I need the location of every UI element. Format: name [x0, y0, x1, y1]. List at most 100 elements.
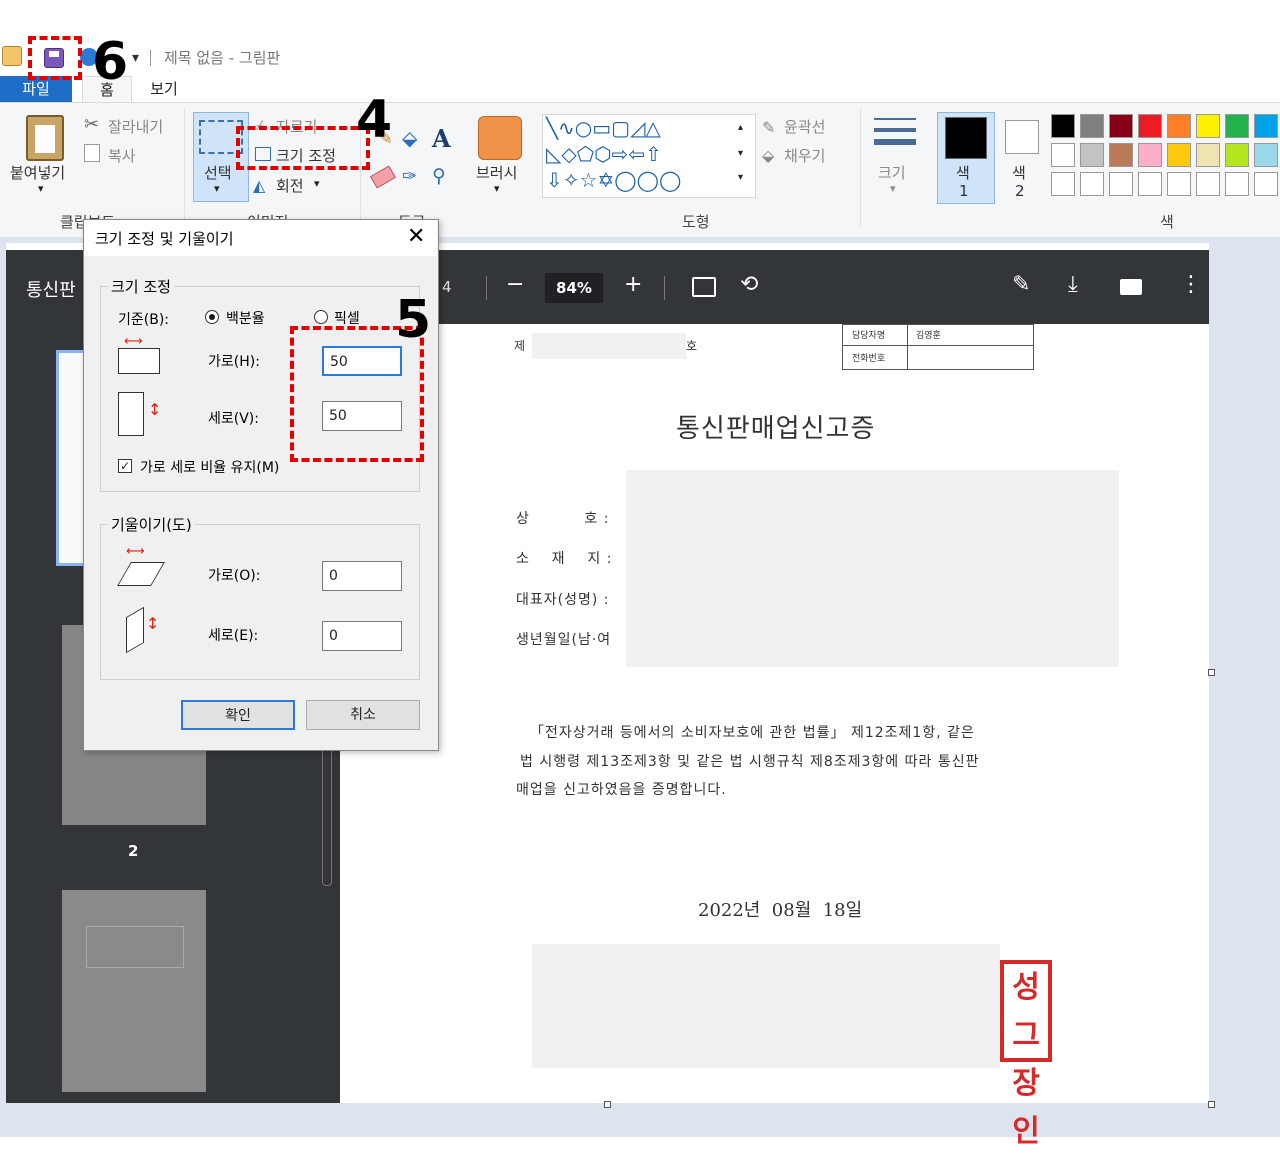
palette-color-swatch[interactable] — [1080, 114, 1104, 138]
pdf-title: 통신판 — [26, 280, 76, 301]
canvas-resize-handle-bottom[interactable] — [604, 1101, 611, 1108]
palette-color-swatch[interactable] — [1051, 143, 1075, 167]
pdf-divider — [664, 276, 665, 300]
palette-color-swatch[interactable] — [1051, 114, 1075, 138]
paint-app-icon[interactable] — [2, 46, 22, 66]
paste-icon[interactable] — [26, 115, 64, 161]
body-line-2: 법 시행령 제13조제3항 및 같은 법 시행규칙 제8조제3항에 따라 통신판 — [520, 754, 980, 770]
contact-phone-label: 전화번호 — [852, 354, 886, 364]
body-line-1: 「전자상거래 등에서의 소비자보호에 관한 법률」 제12조제1항, 같은 — [530, 725, 975, 741]
text-tool-icon[interactable]: A — [432, 124, 451, 153]
more-options-icon[interactable]: ⋮ — [1180, 272, 1202, 297]
color2-label-a: 색 — [1012, 164, 1026, 182]
stamp-line-2: 장인 — [1012, 1066, 1040, 1149]
shapes-scroll-down-icon[interactable]: ▾ — [738, 148, 743, 159]
skew-vertical-input[interactable]: 0 — [322, 621, 402, 651]
palette-color-swatch[interactable] — [1080, 143, 1104, 167]
annotation-save-highlight — [28, 36, 82, 80]
vertical-skew-icon: ↕ — [124, 606, 164, 654]
custom-color-swatch[interactable] — [1080, 172, 1104, 196]
field-trade-name: 상 호 : — [516, 511, 610, 527]
keep-ratio-checkbox[interactable]: ✓ — [118, 459, 132, 473]
shapes-row-1[interactable]: ╲∿○▭▢◿△ — [546, 116, 661, 140]
outline-icon[interactable]: ✎ — [762, 118, 775, 137]
brush-button[interactable]: 브러시 — [476, 162, 517, 183]
doc-heading: 통신판매업신고증 — [676, 414, 876, 444]
cut-button[interactable]: 잘라내기 — [108, 116, 163, 137]
stamp-line-1: 성그 — [1012, 970, 1040, 1053]
zoom-level[interactable]: 84% — [545, 273, 603, 303]
palette-color-swatch[interactable] — [1167, 114, 1191, 138]
palette-color-swatch[interactable] — [1196, 143, 1220, 167]
annotation-step-5: 5 — [395, 290, 432, 350]
cut-icon[interactable]: ✂ — [84, 114, 99, 135]
shapes-more-icon[interactable]: ▾ — [738, 172, 743, 183]
canvas-resize-handle-right[interactable] — [1208, 669, 1215, 676]
paste-dropdown-icon[interactable]: ▾ — [38, 182, 44, 195]
palette-color-swatch[interactable] — [1225, 143, 1249, 167]
palette-color-swatch[interactable] — [1167, 143, 1191, 167]
rotate-dropdown-icon[interactable]: ▾ — [314, 177, 320, 190]
doc-number-suffix: 호 — [686, 339, 699, 353]
zoom-out-icon[interactable]: − — [506, 272, 524, 297]
tab-view[interactable]: 보기 — [140, 76, 188, 102]
rotate-button[interactable]: 회전 — [276, 175, 304, 196]
fill-button[interactable]: 채우기 — [784, 145, 825, 166]
palette-color-swatch[interactable] — [1254, 114, 1278, 138]
dialog-close-icon[interactable]: ✕ — [407, 224, 425, 249]
ok-button[interactable]: 확인 — [181, 700, 295, 730]
pixel-radio[interactable] — [314, 310, 328, 324]
custom-color-swatch[interactable] — [1167, 172, 1191, 196]
custom-color-swatch[interactable] — [1225, 172, 1249, 196]
size-icon[interactable] — [874, 118, 916, 152]
fit-page-icon[interactable] — [692, 277, 716, 297]
zoom-in-icon[interactable]: + — [624, 272, 642, 297]
percent-radio[interactable] — [205, 310, 219, 324]
custom-color-swatch[interactable] — [1196, 172, 1220, 196]
brush-dropdown-icon[interactable]: ▾ — [494, 182, 500, 195]
paste-button[interactable]: 붙여넣기 — [10, 162, 65, 183]
print-icon[interactable] — [1120, 279, 1142, 295]
fill-style-icon[interactable]: ⬙ — [762, 146, 774, 165]
fill-icon[interactable]: ⬙ — [402, 126, 417, 150]
copy-icon[interactable] — [84, 144, 100, 162]
cancel-button[interactable]: 취소 — [306, 700, 420, 730]
canvas-resize-handle-corner[interactable] — [1208, 1101, 1215, 1108]
palette-color-swatch[interactable] — [1254, 143, 1278, 167]
custom-color-swatch[interactable] — [1051, 172, 1075, 196]
doc-date: 2022년 08월 18일 — [698, 900, 863, 921]
size-button[interactable]: 크기 — [878, 162, 906, 183]
sidebar-scrollbar[interactable] — [322, 740, 332, 886]
palette-color-swatch[interactable] — [1109, 143, 1133, 167]
shapes-row-2[interactable]: ◺◇⬠⬡⇨⇦⇧ — [546, 142, 662, 166]
custom-color-swatch[interactable] — [1138, 172, 1162, 196]
select-dropdown-icon[interactable]: ▾ — [214, 182, 220, 195]
size-dropdown-icon[interactable]: ▾ — [890, 182, 896, 195]
basis-label: 기준(B): — [118, 312, 170, 328]
shapes-scroll-up-icon[interactable]: ▴ — [738, 122, 743, 133]
magnifier-icon[interactable]: ⚲ — [432, 165, 446, 187]
shapes-row-3[interactable]: ⇩✧☆✡◯◯◯ — [546, 168, 681, 192]
brush-icon[interactable] — [478, 116, 522, 160]
customize-quick-access-icon[interactable]: ▾ — [132, 50, 139, 66]
colors-group-label: 색 — [1160, 213, 1174, 231]
custom-color-swatch[interactable] — [1109, 172, 1133, 196]
copy-button[interactable]: 복사 — [108, 145, 136, 166]
redacted-issuer — [532, 944, 1000, 1068]
color-picker-icon[interactable]: ✑ — [402, 166, 417, 187]
rotate-icon[interactable]: ◭ — [253, 176, 265, 195]
annotate-pen-icon[interactable]: ✎ — [1012, 272, 1030, 297]
skew-horizontal-input[interactable]: 0 — [322, 561, 402, 591]
outline-button[interactable]: 윤곽선 — [784, 116, 825, 137]
palette-color-swatch[interactable] — [1138, 114, 1162, 138]
palette-color-swatch[interactable] — [1225, 114, 1249, 138]
color2-swatch[interactable] — [1005, 120, 1039, 154]
rotate-page-icon[interactable]: ⟲ — [740, 272, 758, 297]
palette-color-swatch[interactable] — [1196, 114, 1220, 138]
thumbnail-page-3[interactable] — [62, 890, 206, 1092]
palette-color-swatch[interactable] — [1138, 143, 1162, 167]
palette-color-swatch[interactable] — [1109, 114, 1133, 138]
thumbnail-page-2-label: 2 — [128, 842, 139, 860]
download-icon[interactable]: ⤓ — [1068, 272, 1078, 297]
custom-color-swatch[interactable] — [1254, 172, 1278, 196]
